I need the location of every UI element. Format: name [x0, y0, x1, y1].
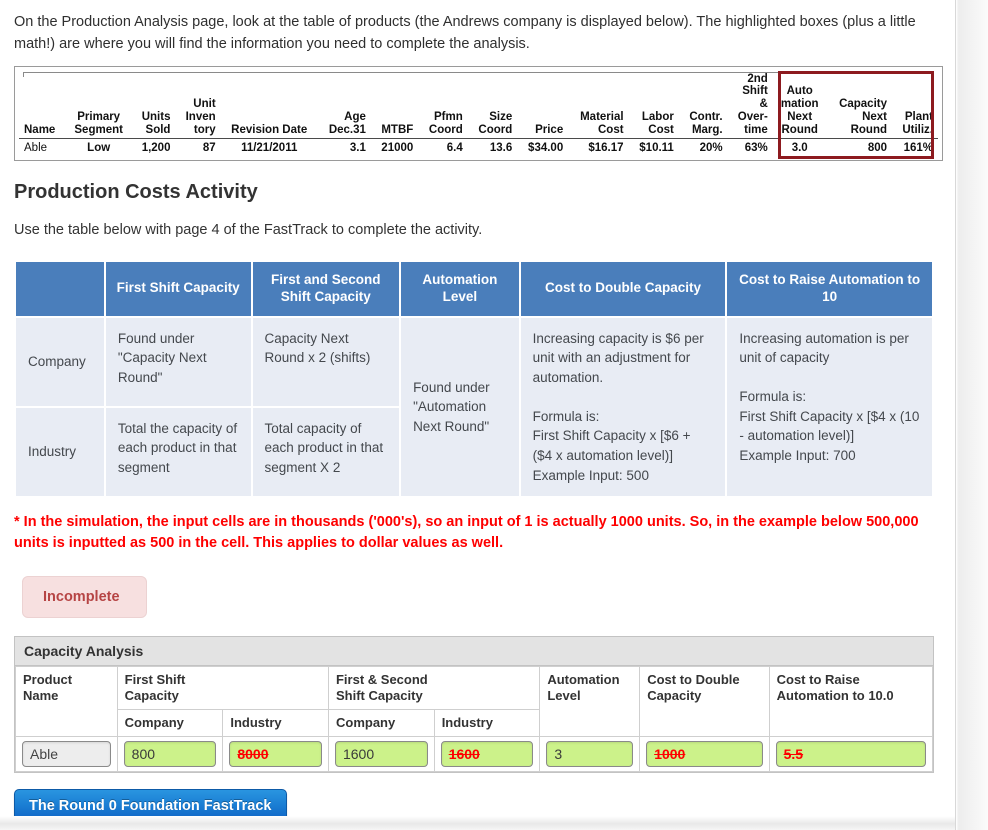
col-automation-next-round: Auto mation Next Round	[772, 72, 827, 139]
cell-pfmn-coord: 6.4	[446, 141, 463, 154]
col-mtbf: MTBF	[370, 72, 419, 139]
guide-col-blank	[16, 261, 104, 316]
guide-cost-double-cell: Increasing capacity is $6 per unit with …	[520, 317, 726, 497]
ca-col-cost-raise: Cost to Raise Automation to 10.0	[768, 666, 934, 737]
ca-sub-fs-company: Company	[116, 708, 224, 737]
guide-rowlabel-industry: Industry	[16, 407, 104, 497]
col-size-coord: Size Coord	[467, 72, 518, 139]
col-pfmn-coord: Pfmn Coord	[418, 72, 468, 139]
cell-size-coord: 13.6	[489, 141, 513, 154]
cell-price: $34.00	[528, 141, 564, 154]
right-edge-divider	[955, 0, 988, 830]
ca-sub-sc-company: Company	[327, 708, 435, 737]
ca-col-first-shift: First Shift Capacity	[116, 666, 329, 710]
ca-cell-sc-industry[interactable]: 1600	[433, 735, 541, 772]
ca-cell-cost-double[interactable]: 1000	[639, 735, 770, 772]
capacity-analysis-table: Product Name First Shift Capacity First …	[15, 666, 934, 772]
cell-material-cost: $16.17	[588, 141, 624, 154]
cell-contr-marg: 20%	[699, 141, 723, 154]
cell-revision-date: 11/21/2011	[241, 141, 298, 154]
ca-sub-fs-industry: Industry	[222, 708, 329, 737]
thousands-note: * In the simulation, the input cells are…	[14, 514, 919, 552]
guide-company-first-second: Capacity Next Round x 2 (shifts)	[252, 317, 400, 406]
col-unit-inventory: Unit Inven tory	[175, 72, 221, 139]
status-badge: Incomplete	[22, 576, 147, 619]
cell-name: Able	[24, 141, 48, 154]
cost-to-double-capacity-input[interactable]: 1000	[646, 740, 763, 767]
product-name-field: Able	[22, 740, 111, 767]
capacity-analysis-panel: Capacity Analysis Product Name First Shi…	[14, 636, 934, 773]
col-revision-date: Revision Date	[220, 72, 318, 139]
fasttrack-product-table: Name Primary Segment Units Sold Unit Inv…	[14, 65, 943, 161]
col-name: Name	[19, 72, 66, 139]
guide-table: First Shift Capacity First and Second Sh…	[14, 260, 934, 498]
cell-automation-next-round: 3.0	[791, 141, 808, 154]
col-labor-cost: Labor Cost	[628, 72, 679, 139]
cell-mtbf: 21000	[381, 141, 414, 154]
guide-automation-cell: Found under "Automation Next Round"	[401, 317, 519, 497]
guide-industry-first-second: Total capacity of each product in that s…	[252, 407, 400, 497]
cell-age-dec31: 3.1	[349, 141, 366, 154]
guide-col-cost-double-capacity: Cost to Double Capacity	[520, 261, 726, 316]
guide-col-cost-raise-automation: Cost to Raise Automation to 10	[727, 261, 932, 316]
guide-row-company: Company Found under "Capacity Next Round…	[16, 317, 932, 497]
col-material-cost: Material Cost	[568, 72, 629, 139]
ca-cell-product-name: Able	[15, 735, 118, 772]
automation-level-input[interactable]: 3	[546, 740, 634, 767]
guide-col-first-second-shift: First and Second Shift Capacity	[252, 261, 400, 316]
second-shift-company-input[interactable]: 1600	[334, 740, 428, 767]
col-second-shift-overtime: 2nd Shift & Over- time	[727, 72, 773, 139]
cell-second-shift-overtime: 63%	[744, 141, 768, 154]
guide-cost-raise-cell: Increasing automation is per unit of cap…	[727, 317, 932, 497]
guide-header-row: First Shift Capacity First and Second Sh…	[16, 261, 932, 316]
guide-company-first-shift: Found under "Capacity Next Round"	[105, 317, 251, 406]
first-shift-industry-input[interactable]: 8000	[229, 740, 322, 767]
ca-col-first-second: First & Second Shift Capacity	[327, 666, 541, 710]
col-plant-utiliz: Plant Utiliz.	[892, 72, 938, 139]
guide-col-first-shift: First Shift Capacity	[105, 261, 251, 316]
table-row: Able Low 1,200 87 11/21/2011 3.1 21000 6…	[19, 138, 938, 156]
ca-sub-sc-industry: Industry	[433, 708, 541, 737]
cell-primary-segment: Low	[87, 141, 111, 154]
cost-to-raise-automation-input[interactable]: 5.5	[775, 740, 926, 767]
capacity-analysis-title: Capacity Analysis	[15, 637, 933, 667]
guide-col-automation-level: Automation Level	[401, 261, 519, 316]
table-row: Able 800 8000 1600 1600 3 1000 5.5	[15, 735, 934, 772]
guide-rowlabel-company: Company	[16, 317, 104, 406]
second-shift-industry-input[interactable]: 1600	[440, 740, 534, 767]
ca-cell-sc-company[interactable]: 1600	[327, 735, 435, 772]
col-price: Price	[517, 72, 569, 139]
page-content: On the Production Analysis page, look at…	[0, 0, 955, 830]
bottom-edge-shadow	[0, 816, 955, 830]
product-table-header-row: Name Primary Segment Units Sold Unit Inv…	[19, 72, 938, 139]
ca-cell-fs-industry[interactable]: 8000	[222, 735, 329, 772]
cell-unit-inventory: 87	[202, 141, 216, 154]
ca-cell-fs-company[interactable]: 800	[116, 735, 224, 772]
cell-labor-cost: $10.11	[639, 141, 674, 154]
col-contr-marg: Contr. Marg.	[678, 72, 728, 139]
ca-col-product-name: Product Name	[15, 666, 118, 737]
col-capacity-next-round: Capacity Next Round	[826, 72, 892, 139]
col-units-sold: Units Sold	[131, 72, 176, 139]
ca-header-row: Product Name First Shift Capacity First …	[15, 666, 934, 737]
cell-capacity-next-round: 800	[867, 141, 887, 154]
cell-units-sold: 1,200	[141, 141, 171, 154]
col-age-dec31: Age Dec.31	[317, 72, 371, 139]
section-lead: Use the table below with page 4 of the F…	[14, 221, 483, 238]
page-root: On the Production Analysis page, look at…	[0, 0, 988, 830]
product-table: Name Primary Segment Units Sold Unit Inv…	[19, 72, 938, 156]
cell-plant-utiliz: 161%	[903, 141, 933, 154]
ca-col-automation: Automation Level	[539, 666, 641, 737]
col-primary-segment: Primary Segment	[65, 72, 132, 139]
ca-cell-automation[interactable]: 3	[539, 735, 641, 772]
intro-paragraph: On the Production Analysis page, look at…	[14, 14, 916, 52]
guide-industry-first-shift: Total the capacity of each product in th…	[105, 407, 251, 497]
ca-cell-cost-raise[interactable]: 5.5	[768, 735, 934, 772]
page-title: Production Costs Activity	[14, 180, 258, 203]
ca-col-cost-double: Cost to Double Capacity	[639, 666, 770, 737]
first-shift-company-input[interactable]: 800	[123, 740, 217, 767]
